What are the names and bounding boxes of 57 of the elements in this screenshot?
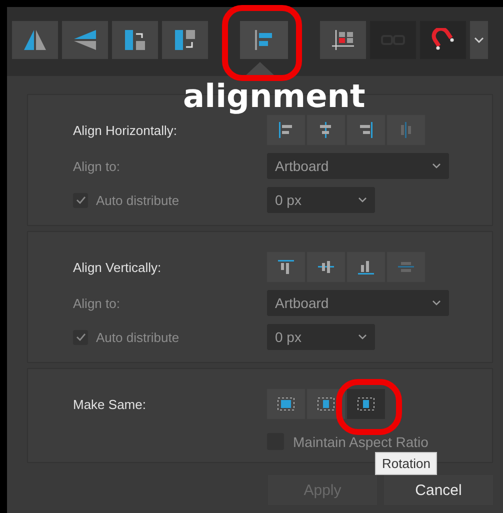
chevron-down-icon	[358, 197, 367, 203]
pointer-arrow-icon	[245, 62, 275, 76]
align-left-icon	[277, 122, 295, 138]
dropdown-button[interactable]	[470, 21, 488, 59]
toolbar-button[interactable]	[62, 21, 108, 59]
grid-icon	[330, 28, 356, 52]
cancel-button[interactable]: Cancel	[384, 475, 493, 505]
align-button[interactable]	[267, 115, 305, 145]
align-button[interactable]	[267, 252, 305, 282]
align-button[interactable]	[347, 115, 385, 145]
align-to-dropdown[interactable]: Artboard	[267, 153, 449, 179]
align-to-label: Align to:	[73, 158, 121, 174]
auto-distribute-label: Auto distribute	[96, 192, 180, 208]
align-button[interactable]	[307, 115, 345, 145]
chevron-down-icon	[432, 163, 441, 169]
align-button[interactable]	[307, 252, 345, 282]
align-top-icon	[277, 259, 295, 275]
distribute-icon	[397, 259, 415, 275]
toolbar-button[interactable]	[320, 21, 366, 59]
auto-distribute-label: Auto distribute	[96, 330, 180, 344]
align-button[interactable]	[347, 252, 385, 282]
align-middle-icon	[317, 259, 335, 275]
make-same-button[interactable]	[347, 389, 385, 419]
auto-distribute-checkbox[interactable]	[73, 192, 88, 208]
toolbar-button[interactable]	[240, 21, 288, 59]
toolbar-button[interactable]	[420, 21, 466, 59]
spacing-dropdown[interactable]: 0 px	[267, 324, 375, 350]
section-title: Make Same:	[73, 396, 147, 412]
toolbar-button[interactable]	[162, 21, 208, 59]
toolbar-button[interactable]	[12, 21, 58, 59]
flip-vertical-icon	[72, 29, 98, 51]
spacing-dropdown[interactable]: 0 px	[267, 187, 375, 213]
chevron-down-icon	[432, 300, 441, 306]
section-title: Align Vertically:	[73, 260, 162, 274]
chevron-down-icon	[474, 37, 484, 43]
checkmark-icon	[76, 333, 86, 341]
same-width-icon	[276, 395, 296, 413]
flip-horizontal-icon	[22, 29, 48, 51]
same-rotation-icon	[356, 395, 376, 413]
checkmark-icon	[76, 196, 86, 204]
align-to-dropdown[interactable]: Artboard	[267, 290, 449, 316]
toolbar-button[interactable]	[112, 21, 158, 59]
aspect-ratio-label: Maintain Aspect Ratio	[293, 434, 428, 450]
highlight-ring	[336, 379, 402, 435]
align-bottom-icon	[357, 259, 375, 275]
tooltip: Rotation	[375, 452, 438, 475]
annotation-label: alignment	[183, 77, 366, 115]
chevron-down-icon	[358, 334, 367, 340]
align-to-label: Align to:	[73, 296, 121, 310]
rotate-left-icon	[122, 28, 148, 52]
align-right-icon	[357, 122, 375, 138]
rotate-right-icon	[172, 28, 198, 52]
section-title: Align Horizontally:	[73, 122, 178, 138]
make-same-button[interactable]	[267, 389, 305, 419]
auto-distribute-checkbox[interactable]	[73, 330, 88, 344]
same-height-icon	[316, 395, 336, 413]
magnet-icon	[431, 28, 455, 52]
